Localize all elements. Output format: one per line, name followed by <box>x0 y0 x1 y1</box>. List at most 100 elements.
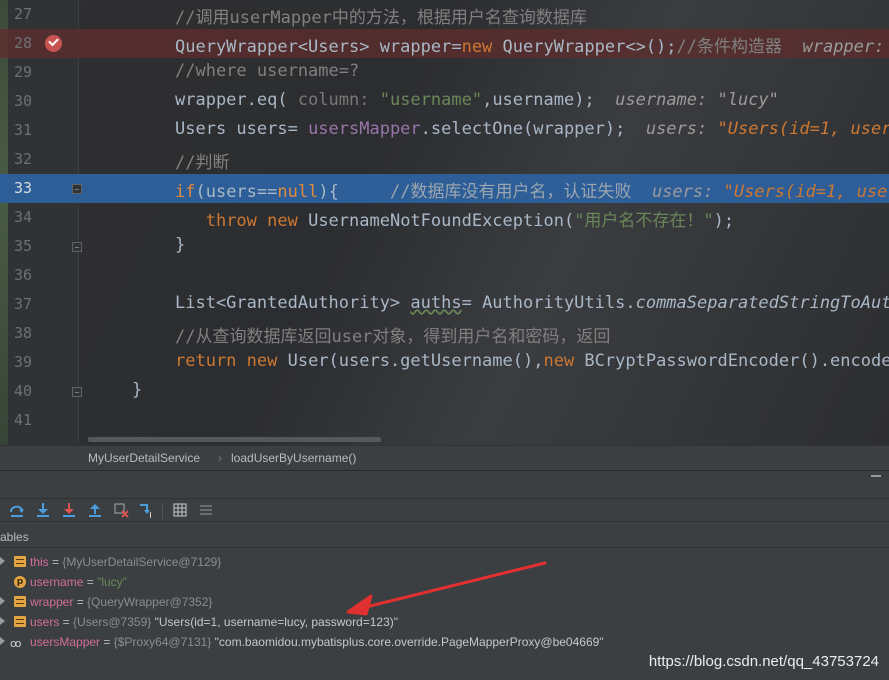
step-out-icon[interactable] <box>86 501 104 519</box>
force-step-into-icon[interactable] <box>60 501 78 519</box>
step-over-icon[interactable] <box>8 501 26 519</box>
line-number[interactable]: 34 <box>8 208 32 226</box>
minimize-icon[interactable] <box>871 475 881 477</box>
variable-name: this <box>30 555 49 569</box>
toolbar-separator <box>162 503 163 519</box>
code-text[interactable]: } <box>132 380 142 400</box>
inline-debug-value: users: <box>645 119 718 139</box>
variable-row-username[interactable]: p username = "lucy" <box>0 572 889 592</box>
code-line[interactable]: 37 List<GrantedAuthority> auths= Authorit… <box>0 290 889 319</box>
code-text[interactable]: return new User(users.getUsername(),new … <box>175 351 889 371</box>
code-token: return new <box>175 351 278 371</box>
variables-list[interactable]: this = {MyUserDetailService@7129} p userna… <box>0 552 889 652</box>
code-line[interactable]: 29 //where username=? <box>0 58 889 87</box>
execution-point-line[interactable]: 33 if(users==null){ //数据库没有用户名，认证失败 users… <box>0 174 889 203</box>
line-number[interactable]: 39 <box>8 353 32 371</box>
variable-row-usersMapper[interactable]: oo usersMapper = {$Proxy64@7131} "com.bao… <box>0 632 889 652</box>
code-line[interactable]: 39 return new User(users.getUsername(),ne… <box>0 348 889 377</box>
code-line[interactable]: 27 //调用userMapper中的方法，根据用户名查询数据库 <box>0 0 889 29</box>
equals-sign: = <box>100 635 114 649</box>
code-text[interactable]: } <box>175 235 185 255</box>
variable-row-this[interactable]: this = {MyUserDetailService@7129} <box>0 552 889 572</box>
inline-debug-value: "Users(id=1, username=lucy, password=123… <box>723 182 889 202</box>
code-text[interactable]: QueryWrapper<Users> wrapper=new QueryWra… <box>175 32 889 57</box>
variable-name: users <box>30 615 60 629</box>
variable-type: {QueryWrapper@7352} <box>87 595 213 609</box>
code-text[interactable]: //从查询数据库返回user对象，得到用户名和密码，返回 <box>175 322 610 347</box>
code-editor[interactable]: 27 //调用userMapper中的方法，根据用户名查询数据库 28 QueryWr… <box>0 0 889 445</box>
equals-sign: = <box>48 555 63 569</box>
trace-icon[interactable] <box>197 501 215 519</box>
expand-arrow-icon[interactable] <box>0 637 5 645</box>
code-token: "用户名不存在！" <box>574 211 714 231</box>
code-line[interactable]: 40} <box>0 377 889 406</box>
code-line[interactable]: 36 <box>0 261 889 290</box>
code-token: BCryptPasswordEncoder().encode( <box>574 351 889 371</box>
code-line[interactable]: 34 throw new UsernameNotFoundException("… <box>0 203 889 232</box>
variable-text: wrapper = {QueryWrapper@7352} <box>30 595 212 609</box>
expand-arrow-icon[interactable] <box>0 557 5 565</box>
code-line[interactable]: 31 Users users= usersMapper.selectOne(wra… <box>0 116 889 145</box>
debug-toolbar <box>0 498 889 522</box>
line-number[interactable]: 32 <box>8 150 32 168</box>
code-token: .selectOne(wrapper); <box>420 119 646 139</box>
line-number[interactable]: 31 <box>8 121 32 139</box>
code-token: //从查询数据库返回user对象，得到用户名和密码，返回 <box>175 327 611 347</box>
breadcrumb-class[interactable]: MyUserDetailService <box>88 451 200 465</box>
code-text[interactable]: wrapper.eq( column: "username",username)… <box>175 90 779 110</box>
line-number[interactable]: 41 <box>8 411 32 429</box>
code-line[interactable]: 41 <box>0 406 889 435</box>
variable-row-wrapper[interactable]: wrapper = {QueryWrapper@7352} <box>0 592 889 612</box>
code-token: Users users= <box>175 119 309 139</box>
line-number[interactable]: 36 <box>8 266 32 284</box>
code-text[interactable]: if(users==null){ //数据库没有用户名，认证失败 users: … <box>175 177 889 202</box>
expand-arrow-icon[interactable] <box>0 597 5 605</box>
line-number[interactable]: 30 <box>8 92 32 110</box>
code-token: "username" <box>379 90 483 110</box>
code-token: new <box>543 351 575 371</box>
code-line[interactable]: 38 //从查询数据库返回user对象，得到用户名和密码，返回 <box>0 319 889 348</box>
line-number[interactable]: 35 <box>8 237 32 255</box>
code-line[interactable]: 32 //判断 <box>0 145 889 174</box>
line-number[interactable]: 40 <box>8 382 32 400</box>
fold-marker-icon[interactable] <box>72 184 82 194</box>
line-number[interactable]: 33 <box>8 179 32 197</box>
line-number[interactable]: 28 <box>8 34 32 52</box>
drop-frame-icon[interactable] <box>112 501 130 519</box>
breadcrumb-method[interactable]: loadUserByUsername() <box>231 451 356 465</box>
breakpoint-icon[interactable] <box>45 35 62 52</box>
code-token: column: <box>297 90 380 110</box>
line-number[interactable]: 38 <box>8 324 32 342</box>
code-text[interactable]: Users users= usersMapper.selectOne(wrapp… <box>175 119 889 139</box>
line-number[interactable]: 29 <box>8 63 32 81</box>
field-icon <box>14 616 26 627</box>
code-token: wrapper.eq( <box>175 90 298 110</box>
run-to-cursor-icon[interactable] <box>138 501 156 519</box>
step-into-icon[interactable] <box>34 501 52 519</box>
variable-value: "lucy" <box>97 575 127 589</box>
breadcrumb: MyUserDetailService › loadUserByUsername… <box>0 445 889 470</box>
code-text[interactable]: //判断 <box>175 148 229 173</box>
code-token: } <box>175 235 186 255</box>
breakpoint-line[interactable]: 28 QueryWrapper<Users> wrapper=new QueryW… <box>0 29 889 58</box>
line-number[interactable]: 37 <box>8 295 32 313</box>
debug-panel-header <box>0 470 889 498</box>
code-text[interactable]: throw new UsernameNotFoundException("用户名… <box>175 206 734 231</box>
code-token: new <box>461 37 493 57</box>
code-token: ,username); <box>482 90 616 110</box>
fold-marker-icon[interactable] <box>72 387 82 397</box>
fold-marker-icon[interactable] <box>72 242 82 252</box>
variable-type: {$Proxy64@7131} <box>113 635 212 649</box>
variable-value: "com.baomidou.mybatisplus.core.override.… <box>214 635 604 649</box>
evaluate-expression-icon[interactable] <box>171 501 189 519</box>
code-text[interactable]: List<GrantedAuthority> auths= AuthorityU… <box>175 293 889 313</box>
code-text[interactable]: //调用userMapper中的方法，根据用户名查询数据库 <box>175 3 587 28</box>
horizontal-scrollbar[interactable] <box>88 437 381 442</box>
code-text[interactable]: //where username=? <box>175 61 359 81</box>
line-number[interactable]: 27 <box>8 5 32 23</box>
code-line[interactable]: 35} <box>0 232 889 261</box>
variable-row-users[interactable]: users = {Users@7359} "Users(id=1, userna… <box>0 612 889 632</box>
variable-text: username = "lucy" <box>30 575 127 589</box>
expand-arrow-icon[interactable] <box>0 617 5 625</box>
code-line[interactable]: 30 wrapper.eq( column: "username",usernam… <box>0 87 889 116</box>
